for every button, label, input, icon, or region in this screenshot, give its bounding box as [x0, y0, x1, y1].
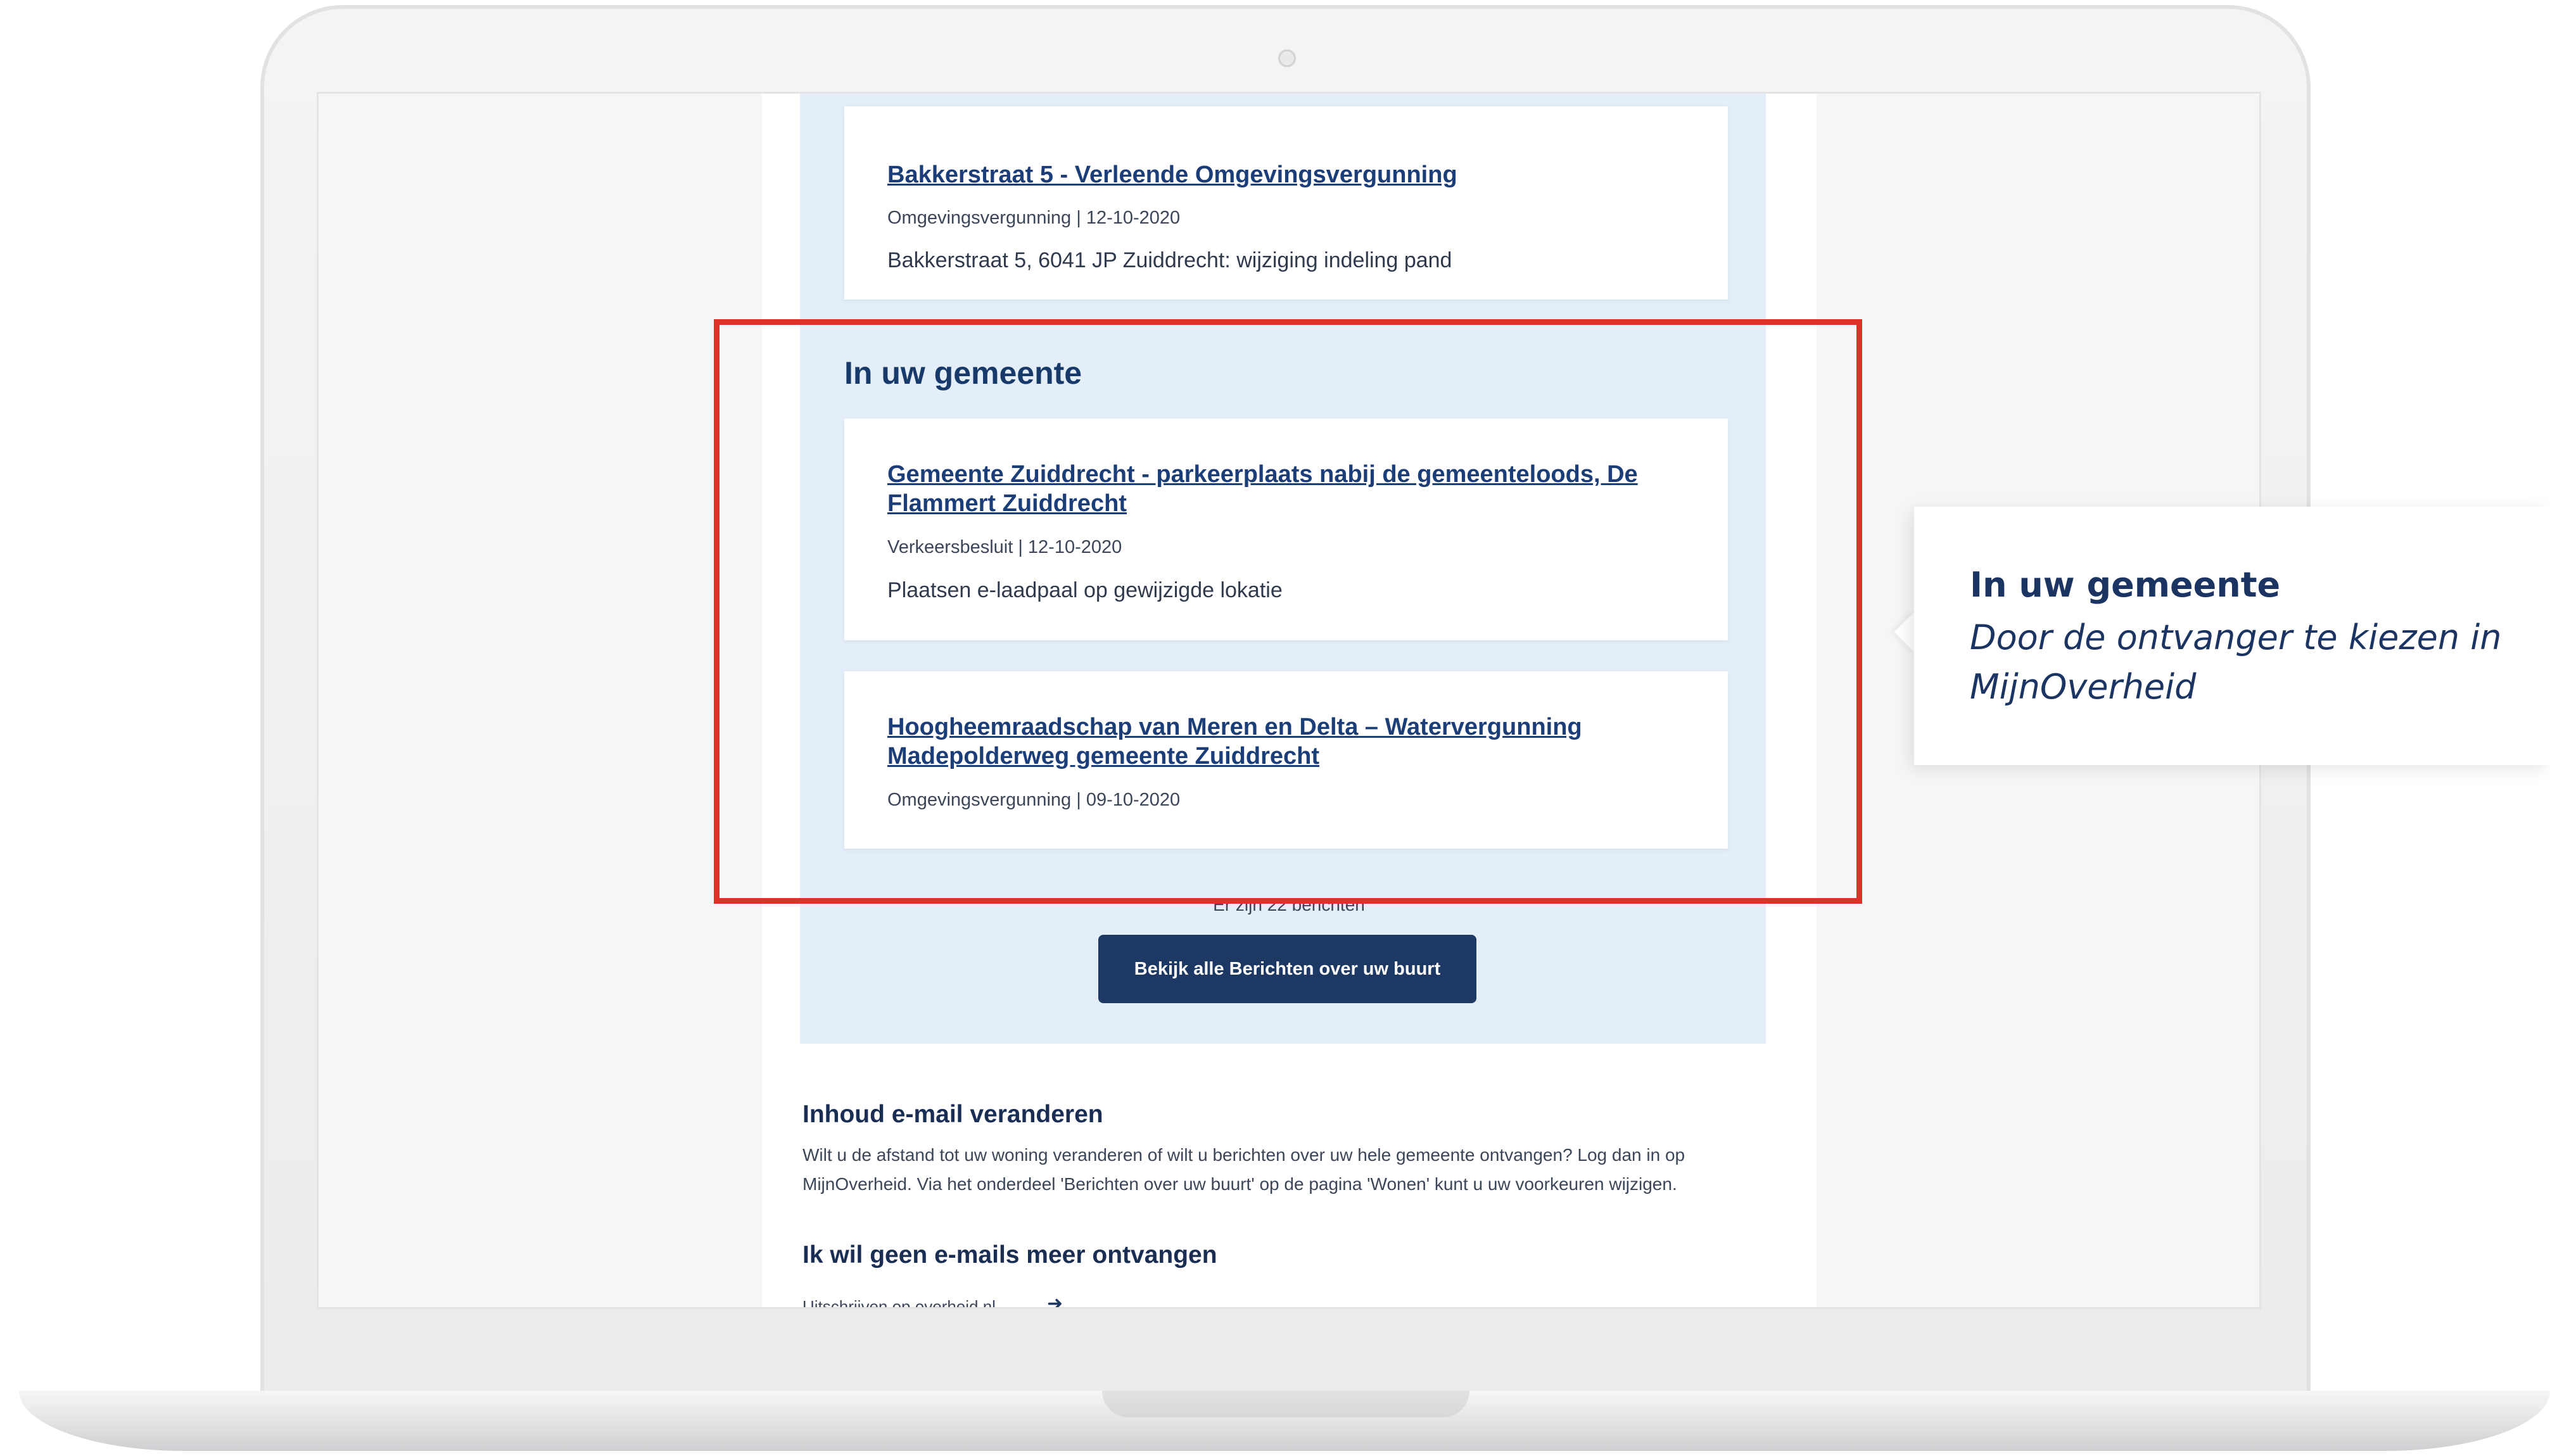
change-email-text: Wilt u de afstand tot uw woning verander… — [802, 1145, 1685, 1194]
message-title-link[interactable]: Hoogheemraadschap van Meren en Delta – W… — [887, 712, 1692, 771]
view-all-messages-button[interactable]: Bekijk alle Berichten over uw buurt — [1098, 935, 1476, 1003]
annotation-callout: In uw gemeente Door de ontvanger te kiez… — [1914, 507, 2550, 765]
message-description: Bakkerstraat 5, 6041 JP Zuiddrecht: wijz… — [887, 248, 1452, 272]
unsubscribe-link[interactable]: Uitschrijven op overheid.nl — [802, 1297, 996, 1307]
callout-title: In uw gemeente — [1970, 565, 2281, 605]
message-meta: Omgevingsvergunning | 12-10-2020 — [887, 208, 1181, 228]
camera-icon — [1278, 49, 1296, 67]
callout-text: Door de ontvanger te kiezen in MijnOverh… — [1970, 617, 2502, 707]
message-count: Er zijn 22 berichten — [1213, 895, 1365, 915]
change-email-heading: Inhoud e-mail veranderen — [802, 1101, 1103, 1128]
message-title-link[interactable]: Gemeente Zuiddrecht - parkeerplaats nabi… — [887, 460, 1692, 518]
message-card: Gemeente Zuiddrecht - parkeerplaats nabi… — [844, 419, 1728, 640]
message-title-link[interactable]: Bakkerstraat 5 - Verleende Omgevingsverg… — [887, 160, 1692, 189]
message-description: Plaatsen e-laadpaal op gewijzigde lokati… — [887, 578, 1283, 602]
message-meta: Verkeersbesluit | 12-10-2020 — [887, 537, 1122, 557]
arrow-right-icon: ➜ — [1047, 1293, 1063, 1309]
message-card: Hoogheemraadschap van Meren en Delta – W… — [844, 671, 1728, 849]
laptop-notch — [1102, 1391, 1469, 1417]
message-card: Bakkerstraat 5 - Verleende Omgevingsverg… — [844, 106, 1728, 300]
unsubscribe-heading: Ik wil geen e-mails meer ontvangen — [802, 1241, 1217, 1269]
message-meta: Omgevingsvergunning | 09-10-2020 — [887, 790, 1181, 810]
section-heading: In uw gemeente — [844, 355, 1082, 391]
